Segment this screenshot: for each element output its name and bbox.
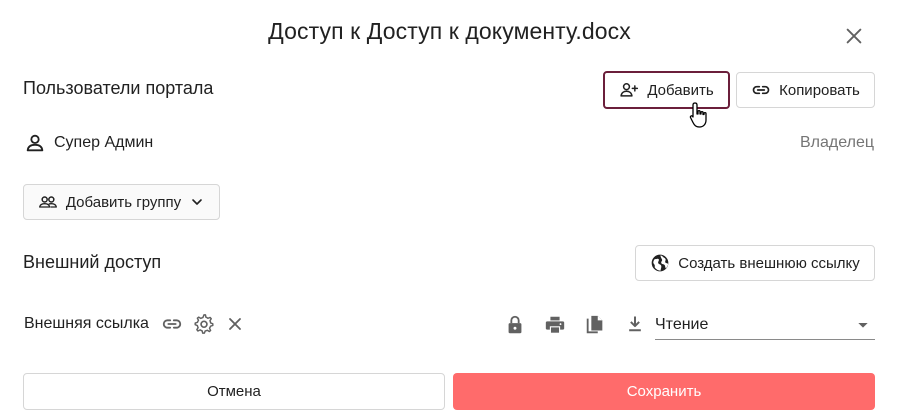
- copy-button-label: Копировать: [779, 81, 860, 99]
- add-group-button-label: Добавить группу: [65, 193, 182, 211]
- link-settings-button[interactable]: [193, 313, 215, 335]
- group-icon: [38, 196, 57, 208]
- dialog-title: Доступ к Доступ к документу.docx: [268, 18, 631, 44]
- external-access-label: Внешний доступ: [23, 252, 162, 272]
- remove-link-button[interactable]: [225, 314, 245, 334]
- copy-icon: [586, 315, 603, 334]
- person-icon: [26, 134, 44, 152]
- permission-select[interactable]: Чтение: [655, 310, 875, 340]
- external-link-label: Внешняя ссылка: [24, 315, 149, 332]
- download-toggle[interactable]: [625, 314, 645, 334]
- lock-icon: [508, 315, 522, 334]
- add-group-button[interactable]: Добавить группу: [23, 184, 220, 220]
- portal-users-label: Пользователи портала: [23, 78, 214, 98]
- share-dialog: Доступ к Доступ к документу.docx Пользов…: [0, 0, 899, 419]
- download-icon: [629, 316, 641, 332]
- close-icon: [229, 318, 241, 330]
- caret-down-icon: [858, 322, 868, 328]
- user-name: Супер Админ: [54, 134, 154, 151]
- cancel-button[interactable]: Отмена: [23, 373, 445, 410]
- person-add-icon: [620, 83, 639, 97]
- permission-select-value: Чтение: [655, 315, 709, 333]
- user-row: Супер Админ: [24, 132, 153, 154]
- add-user-button-label: Добавить: [647, 81, 714, 99]
- copy-link-button[interactable]: [161, 313, 183, 335]
- close-button[interactable]: [843, 25, 865, 47]
- copy-button[interactable]: Копировать: [736, 72, 875, 108]
- link-icon: [752, 85, 770, 95]
- print-toggle[interactable]: [544, 314, 566, 336]
- external-link-row: Внешняя ссылка: [24, 313, 245, 335]
- chevron-down-icon: [192, 199, 202, 205]
- create-external-link-label: Создать внешнюю ссылку: [678, 254, 860, 272]
- user-role: Владелец: [800, 134, 875, 151]
- print-icon: [545, 316, 565, 334]
- lock-toggle[interactable]: [504, 314, 526, 336]
- copy-toggle[interactable]: [584, 314, 606, 336]
- gear-icon: [194, 314, 214, 334]
- globe-icon: [651, 254, 669, 272]
- create-external-link-button[interactable]: Создать внешнюю ссылку: [635, 245, 875, 281]
- link-icon: [162, 319, 182, 329]
- hand-pointer-icon: [689, 102, 707, 128]
- save-button[interactable]: Сохранить: [453, 373, 875, 410]
- close-icon: [846, 28, 862, 44]
